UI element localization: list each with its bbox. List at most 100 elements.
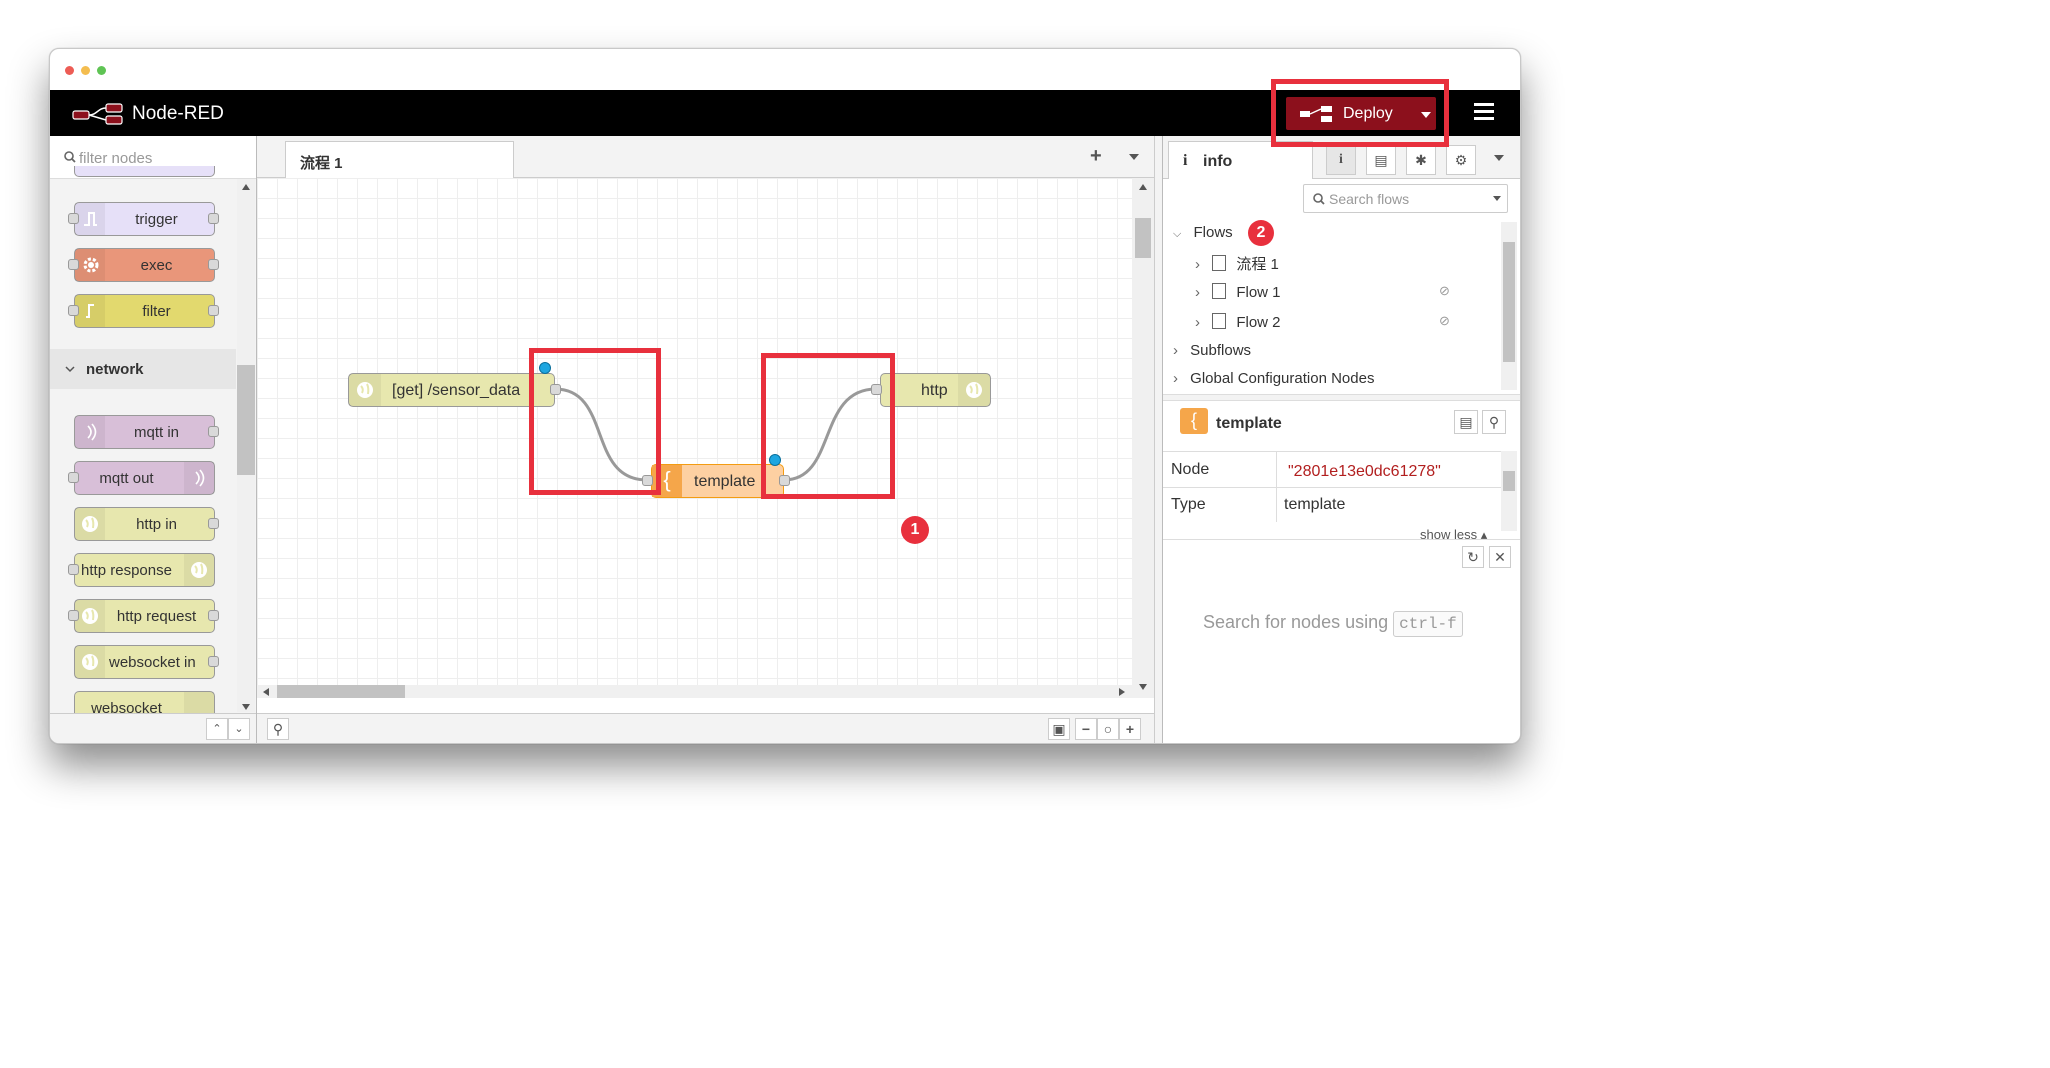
book-icon[interactable]: ▤: [1454, 410, 1478, 434]
palette-node-trigger[interactable]: trigger: [74, 202, 215, 236]
flow-node-http-response[interactable]: http: [880, 373, 991, 407]
output-port[interactable]: [208, 213, 219, 224]
input-port[interactable]: [68, 259, 79, 270]
output-port[interactable]: [208, 426, 219, 437]
chevron-right-icon: ›: [1173, 342, 1178, 359]
scroll-down-arrow[interactable]: [1139, 684, 1147, 690]
tree-label: Subflows: [1190, 342, 1252, 359]
eye-hidden-icon[interactable]: ⊘: [1439, 313, 1450, 329]
tree-item-subflows[interactable]: › Subflows: [1173, 342, 1251, 359]
app-title: Node-RED: [132, 103, 224, 124]
highlight-box-left-wire: [529, 348, 661, 495]
scrollbar-thumb[interactable]: [277, 685, 405, 698]
zoom-in-button[interactable]: +: [1119, 718, 1141, 740]
flow-node-label: template: [694, 473, 756, 490]
table-value: template: [1284, 496, 1346, 513]
input-port[interactable]: [68, 564, 79, 575]
table-value: "2801e13e0dc61278": [1288, 463, 1441, 480]
palette-node-delay[interactable]: [74, 166, 215, 177]
info-icon[interactable]: i: [1326, 145, 1356, 175]
palette-node-filter[interactable]: filter: [74, 294, 215, 328]
scroll-up-arrow[interactable]: [1139, 184, 1147, 190]
input-port[interactable]: [68, 213, 79, 224]
scrollbar-thumb[interactable]: [237, 365, 255, 475]
flow-node-http-in[interactable]: [get] /sensor_data: [348, 373, 555, 407]
scrollbar-thumb[interactable]: [1503, 242, 1515, 362]
search-flows-input[interactable]: Search flows: [1303, 184, 1508, 213]
canvas-hscroll[interactable]: [257, 685, 1132, 698]
navigator-map-icon[interactable]: ▣: [1048, 718, 1070, 740]
panel-divider[interactable]: [1163, 394, 1520, 401]
tree-item-flow[interactable]: › Flow 2: [1195, 313, 1281, 331]
flow-canvas[interactable]: [get] /sensor_data { template http 1: [257, 178, 1132, 698]
input-port[interactable]: [68, 472, 79, 483]
expand-all-button[interactable]: ⌄: [228, 718, 250, 740]
tree-item-flows[interactable]: ⌵ Flows: [1173, 224, 1233, 241]
tab-flow-1[interactable]: 流程 1: [285, 141, 514, 178]
search-icon: [64, 151, 76, 163]
input-port[interactable]: [68, 610, 79, 621]
eye-hidden-icon[interactable]: ⊘: [1439, 283, 1450, 299]
scroll-up-arrow[interactable]: [242, 184, 250, 190]
palette-scrollbar[interactable]: [237, 179, 255, 712]
chevron-right-icon: ›: [1195, 256, 1200, 273]
tab-label: info: [1203, 153, 1233, 170]
palette-node-mqtt-in[interactable]: mqtt in: [74, 415, 215, 449]
search-icon[interactable]: ⚲: [1482, 410, 1506, 434]
flow-wires: [554, 387, 877, 482]
minimize-window-dot[interactable]: [81, 66, 90, 75]
flow-icon: [1212, 313, 1227, 329]
palette-node-label: exec: [140, 257, 173, 274]
output-port[interactable]: [208, 305, 219, 316]
tree-item-flow[interactable]: › 流程 1: [1195, 253, 1279, 274]
tree-label: Flow 2: [1236, 314, 1281, 331]
zoom-reset-button[interactable]: ○: [1097, 718, 1119, 740]
close-window-dot[interactable]: [65, 66, 74, 75]
scroll-left-arrow[interactable]: [263, 688, 269, 696]
flow-tree: ⌵ Flows › 流程 1 › Flow 1 ⊘ › Flow 2 ⊘ › S…: [1163, 220, 1503, 390]
search-icon[interactable]: ⚲: [267, 718, 289, 740]
output-port[interactable]: [208, 656, 219, 667]
palette-node-http-request[interactable]: http request: [74, 599, 215, 633]
palette-node-http-in[interactable]: http in: [74, 507, 215, 541]
output-port[interactable]: [208, 259, 219, 270]
tree-scrollbar[interactable]: [1501, 222, 1517, 390]
palette-category-network[interactable]: network: [50, 349, 236, 389]
table-row: Node "2801e13e0dc61278": [1163, 451, 1501, 488]
output-port[interactable]: [208, 610, 219, 621]
sidebar-dropdown-icon[interactable]: [1494, 155, 1504, 161]
flow-list-dropdown-icon[interactable]: [1129, 154, 1139, 160]
output-port[interactable]: [208, 518, 219, 529]
add-flow-icon[interactable]: +: [1090, 145, 1102, 168]
chevron-down-icon[interactable]: [1493, 196, 1501, 201]
palette-node-http-response[interactable]: http response: [74, 553, 215, 587]
input-port[interactable]: [68, 305, 79, 316]
tree-item-global-config[interactable]: › Global Configuration Nodes: [1173, 370, 1374, 387]
scrollbar-thumb[interactable]: [1503, 471, 1515, 491]
properties-scrollbar[interactable]: [1501, 451, 1517, 531]
canvas-vscroll[interactable]: [1132, 178, 1154, 698]
bug-icon[interactable]: ✱: [1406, 145, 1436, 175]
table-key: Node: [1171, 461, 1210, 478]
refresh-icon[interactable]: ↻: [1462, 546, 1484, 568]
globe-icon: [958, 374, 990, 406]
zoom-window-dot[interactable]: [97, 66, 106, 75]
scrollbar-thumb[interactable]: [1135, 218, 1151, 258]
tree-item-flow[interactable]: › Flow 1: [1195, 283, 1281, 301]
palette-node-mqtt-out[interactable]: mqtt out: [74, 461, 215, 495]
selected-node-title: template: [1216, 415, 1282, 432]
category-label: network: [86, 361, 144, 378]
selected-node-header: { template ▤ ⚲: [1163, 401, 1520, 443]
book-icon[interactable]: ▤: [1366, 145, 1396, 175]
gear-icon[interactable]: ⚙: [1446, 145, 1476, 175]
palette-node-label: http in: [136, 516, 177, 533]
palette-node-label: filter: [142, 303, 171, 320]
scroll-right-arrow[interactable]: [1119, 688, 1125, 696]
scroll-down-arrow[interactable]: [242, 704, 250, 710]
zoom-out-button[interactable]: −: [1075, 718, 1097, 740]
palette-node-exec[interactable]: exec: [74, 248, 215, 282]
collapse-all-button[interactable]: ⌃: [206, 718, 228, 740]
palette-node-websocket-in[interactable]: websocket in: [74, 645, 215, 679]
close-icon[interactable]: ✕: [1489, 546, 1511, 568]
main-menu-icon[interactable]: [1474, 103, 1494, 124]
